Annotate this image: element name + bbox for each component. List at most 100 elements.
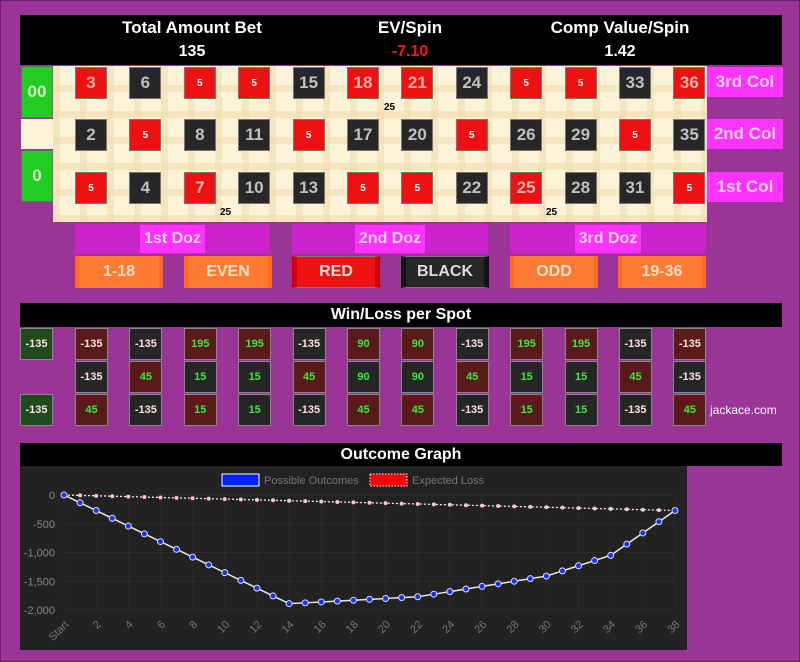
expected-loss-point bbox=[624, 507, 629, 512]
number-21-spot[interactable]: 21 bbox=[401, 67, 434, 99]
bet-odd-button[interactable]: ODD bbox=[510, 256, 598, 288]
line-bet-chip[interactable]: 25 bbox=[546, 207, 557, 218]
possible-outcome-point bbox=[671, 507, 679, 515]
winloss-22: -135 bbox=[455, 394, 489, 426]
number-25-spot[interactable]: 25 bbox=[510, 172, 543, 204]
possible-outcome-point bbox=[414, 593, 422, 601]
site-credit: jackace.com bbox=[710, 403, 777, 417]
winloss-24: -135 bbox=[455, 328, 489, 360]
number-2-spot[interactable]: 2 bbox=[75, 119, 107, 151]
number-6-spot[interactable]: 6 bbox=[129, 67, 162, 99]
dozen-2nd-button[interactable]: 2nd Doz bbox=[292, 224, 488, 254]
expected-loss-point bbox=[576, 506, 581, 511]
x-tick-label: 32 bbox=[569, 619, 586, 636]
winloss-1: 45 bbox=[75, 394, 108, 426]
bet-even-button[interactable]: EVEN bbox=[184, 256, 272, 288]
winloss-32: 45 bbox=[619, 361, 652, 393]
possible-outcome-point bbox=[655, 518, 663, 526]
possible-outcome-point bbox=[156, 538, 164, 546]
x-tick-label: 4 bbox=[123, 619, 136, 632]
possible-outcome-point bbox=[108, 514, 116, 522]
number-10-spot[interactable]: 10 bbox=[238, 172, 271, 204]
winloss-3: -135 bbox=[75, 328, 108, 360]
column-1st-button[interactable]: 1st Col bbox=[707, 172, 783, 202]
bet-1-18-button[interactable]: 1-18 bbox=[75, 256, 163, 288]
number-19-spot[interactable]: 5 bbox=[401, 172, 434, 204]
ev-label: EV/Spin bbox=[377, 18, 443, 37]
number-16-spot[interactable]: 5 bbox=[347, 172, 379, 204]
number-7-spot[interactable]: 7 bbox=[183, 172, 216, 204]
bet-red-button[interactable]: RED bbox=[292, 256, 380, 288]
zero-0-button[interactable]: 0 bbox=[21, 150, 53, 202]
possible-outcome-point bbox=[92, 507, 100, 515]
x-tick-label: 36 bbox=[633, 619, 650, 636]
ev-stat: EV/Spin -7.10 bbox=[310, 15, 510, 63]
winloss-9: 195 bbox=[183, 328, 217, 360]
possible-outcome-point bbox=[173, 545, 181, 553]
corner-bet-chip[interactable]: 25 bbox=[384, 102, 395, 113]
winloss-10: 15 bbox=[238, 394, 272, 426]
number-3-spot[interactable]: 3 bbox=[75, 67, 107, 99]
number-15-spot[interactable]: 15 bbox=[292, 67, 325, 99]
possible-outcome-point bbox=[221, 569, 229, 577]
expected-loss-point bbox=[367, 500, 372, 505]
bet-19-36-button[interactable]: 19-36 bbox=[618, 256, 706, 288]
line-bet-chip[interactable]: 25 bbox=[220, 207, 231, 218]
expected-loss-point bbox=[78, 493, 83, 498]
x-tick-label: 28 bbox=[505, 619, 522, 636]
number-31-spot[interactable]: 31 bbox=[619, 172, 651, 204]
number-34-spot[interactable]: 5 bbox=[673, 172, 706, 204]
number-12-spot[interactable]: 5 bbox=[238, 67, 271, 99]
winloss-28: 15 bbox=[564, 394, 598, 426]
number-5-spot[interactable]: 5 bbox=[129, 119, 162, 151]
zero-00-button[interactable]: 00 bbox=[21, 66, 53, 118]
number-20-spot[interactable]: 20 bbox=[401, 119, 434, 151]
number-35-spot[interactable]: 35 bbox=[673, 119, 706, 151]
winloss-30: 195 bbox=[564, 328, 598, 360]
bet-black-button[interactable]: BLACK bbox=[401, 256, 489, 288]
x-tick-label: 18 bbox=[344, 619, 361, 636]
total-bet-stat: Total Amount Bet 135 bbox=[92, 15, 292, 63]
number-24-spot[interactable]: 24 bbox=[455, 67, 488, 99]
legend-swatch-outcomes bbox=[221, 473, 260, 487]
number-17-spot[interactable]: 17 bbox=[347, 119, 379, 151]
winloss-00: -135 bbox=[20, 328, 53, 360]
number-29-spot[interactable]: 29 bbox=[564, 119, 597, 151]
number-26-spot[interactable]: 26 bbox=[510, 119, 543, 151]
possible-outcome-point bbox=[189, 553, 197, 561]
comp-stat: Comp Value/Spin 1.42 bbox=[520, 15, 720, 63]
number-11-spot[interactable]: 11 bbox=[238, 119, 271, 151]
number-13-spot[interactable]: 13 bbox=[292, 172, 325, 204]
number-14-spot[interactable]: 5 bbox=[292, 119, 325, 151]
number-32-spot[interactable]: 5 bbox=[619, 119, 651, 151]
number-28-spot[interactable]: 28 bbox=[564, 172, 597, 204]
expected-loss-point bbox=[351, 500, 356, 505]
possible-outcome-point bbox=[382, 595, 390, 602]
number-33-spot[interactable]: 33 bbox=[619, 67, 651, 99]
possible-outcome-point bbox=[607, 551, 615, 559]
number-4-spot[interactable]: 4 bbox=[129, 172, 162, 204]
number-8-spot[interactable]: 8 bbox=[183, 119, 216, 151]
possible-outcome-point bbox=[349, 596, 357, 604]
legend-swatch-expected bbox=[369, 473, 408, 487]
expected-loss-point bbox=[656, 508, 661, 513]
outcome-graph: Possible Outcomes Expected Loss 0 -500 -1,… bbox=[20, 466, 687, 650]
expected-loss-point bbox=[303, 499, 308, 504]
expected-loss-point bbox=[287, 498, 292, 503]
dozen-1st-button[interactable]: 1st Doz bbox=[75, 224, 270, 254]
column-2nd-button[interactable]: 2nd Col bbox=[707, 119, 783, 149]
dozen-3rd-button[interactable]: 3rd Doz bbox=[510, 224, 706, 254]
possible-outcome-point bbox=[237, 576, 245, 584]
number-27-spot[interactable]: 5 bbox=[510, 67, 543, 99]
expected-loss-point bbox=[544, 505, 549, 510]
number-9-spot[interactable]: 5 bbox=[183, 67, 216, 99]
number-30-spot[interactable]: 5 bbox=[564, 67, 597, 99]
winloss-14: 45 bbox=[292, 361, 326, 393]
number-18-spot[interactable]: 18 bbox=[347, 67, 379, 99]
number-23-spot[interactable]: 5 bbox=[455, 119, 488, 151]
number-36-spot[interactable]: 36 bbox=[673, 67, 706, 99]
number-22-spot[interactable]: 22 bbox=[455, 172, 488, 204]
number-1-spot[interactable]: 5 bbox=[75, 172, 107, 204]
x-tick-label: Start bbox=[47, 619, 72, 644]
column-3rd-button[interactable]: 3rd Col bbox=[707, 67, 783, 97]
